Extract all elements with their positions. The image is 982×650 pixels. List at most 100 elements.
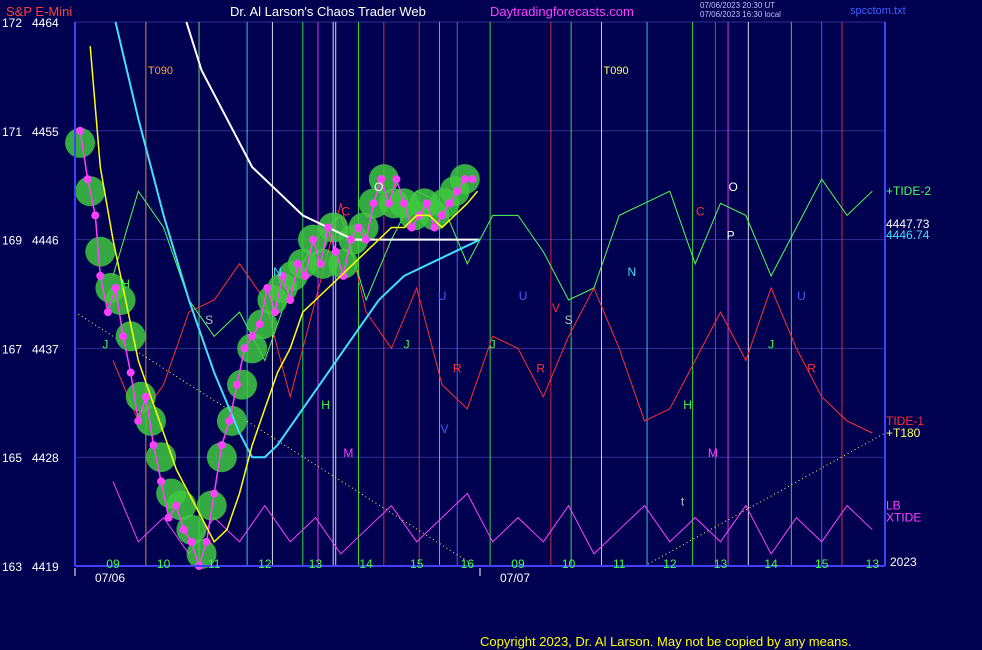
price-point <box>126 368 135 377</box>
price-point <box>308 235 317 244</box>
planet-marker: J <box>768 337 774 351</box>
planet-marker: H <box>321 398 330 412</box>
planet-marker: O <box>374 180 383 194</box>
x-tick-hour: 13 <box>714 557 728 571</box>
x-date-label: 07/07 <box>500 571 530 585</box>
y-tick-price: 4437 <box>32 342 59 356</box>
x-tick-hour: 14 <box>764 557 778 571</box>
price-point <box>76 126 85 135</box>
y-tick-price: 4428 <box>32 451 59 465</box>
price-point <box>438 211 447 220</box>
series-xtide <box>112 481 873 555</box>
series-tide-2 <box>112 178 873 362</box>
price-point <box>453 187 462 196</box>
planet-marker: H <box>683 398 692 412</box>
price-point <box>293 259 302 268</box>
planet-marker: J <box>404 337 410 351</box>
right-series-label: XTIDE <box>886 511 921 525</box>
x-tick-hour: 15 <box>410 557 424 571</box>
y-tick-index: 169 <box>2 234 22 248</box>
x-date-label: 07/06 <box>95 571 125 585</box>
planet-marker: O <box>728 180 737 194</box>
series-tide-1 <box>112 203 873 434</box>
planet-marker: S <box>205 313 213 327</box>
x-tick-hour: 12 <box>258 557 272 571</box>
x-tick-hour: 11 <box>613 557 626 571</box>
right-series-label: +TIDE-2 <box>886 184 931 198</box>
price-point <box>233 380 241 389</box>
price-point <box>369 199 378 208</box>
price-point <box>83 175 92 184</box>
price-point <box>157 477 166 486</box>
planet-marker: V <box>441 422 449 436</box>
price-point <box>149 441 158 450</box>
price-point <box>263 283 272 292</box>
price-point <box>202 537 211 546</box>
x-tick-hour: 15 <box>815 557 829 571</box>
price-point <box>141 392 150 401</box>
planet-marker: R <box>536 362 545 376</box>
price-point <box>301 271 310 280</box>
x-tick-hour: 13 <box>309 557 323 571</box>
price-point <box>392 175 401 184</box>
planet-marker: t <box>681 495 685 509</box>
y-tick-index: 163 <box>2 560 22 574</box>
price-point <box>346 235 355 244</box>
price-point <box>91 211 100 220</box>
planet-marker: V <box>552 301 560 315</box>
price-point <box>316 259 325 268</box>
planet-marker: H <box>121 277 130 291</box>
planet-marker: R <box>807 362 816 376</box>
x-tick-hour: 11 <box>208 557 221 571</box>
price-point <box>460 175 469 184</box>
price-point <box>103 308 112 317</box>
green-band-blob <box>227 369 258 400</box>
price-point <box>407 223 416 232</box>
planet-marker: J <box>102 337 108 351</box>
price-point <box>430 223 439 232</box>
right-series-label: +T180 <box>886 426 921 440</box>
y-tick-price: 4464 <box>32 16 59 30</box>
price-point <box>331 247 340 256</box>
price-point <box>445 199 454 208</box>
planet-marker: S <box>565 313 573 327</box>
planet-marker: P <box>727 229 735 243</box>
y-tick-index: 172 <box>2 16 22 30</box>
price-point <box>384 199 393 208</box>
x-tick-hour: 10 <box>157 557 171 571</box>
y-tick-price: 4455 <box>32 125 59 139</box>
price-point <box>187 537 196 546</box>
price-point <box>422 199 431 208</box>
x-tick-hour: 09 <box>106 557 120 571</box>
y-tick-price: 4419 <box>32 560 59 574</box>
price-point <box>210 489 219 498</box>
planet-marker: N <box>628 265 637 279</box>
price-point <box>354 223 363 232</box>
price-point <box>179 525 188 534</box>
copyright-notice: Copyright 2023, Dr. Al Larson. May not b… <box>480 634 852 649</box>
price-point <box>96 271 105 280</box>
x-tick-hour: 16 <box>461 557 475 571</box>
planet-marker: U <box>797 289 806 303</box>
planet-marker: U <box>519 289 528 303</box>
y-tick-price: 4446 <box>32 234 59 248</box>
price-point <box>255 320 264 329</box>
right-series-label: 4446.74 <box>886 228 930 242</box>
y-tick-index: 167 <box>2 342 22 356</box>
planet-marker: J <box>490 337 496 351</box>
price-point <box>164 513 173 522</box>
x-tick-hour: 09 <box>511 557 525 571</box>
planet-marker: M <box>343 446 353 460</box>
planet-marker: R <box>453 362 462 376</box>
price-point <box>400 199 409 208</box>
x-tick-hour: 13 <box>866 557 880 571</box>
x-tick-hour: 12 <box>663 557 677 571</box>
price-point <box>119 332 128 341</box>
time-line-label: T090 <box>604 65 629 77</box>
green-band-blob <box>85 236 116 267</box>
planet-marker: N <box>273 265 282 279</box>
y-tick-index: 171 <box>2 125 22 139</box>
price-point <box>240 344 249 353</box>
y-tick-index: 165 <box>2 451 22 465</box>
chaos-chart: T090 T090JHSNHCMOJURVJURVSNHCMtOPJUR163 44… <box>2 16 931 585</box>
